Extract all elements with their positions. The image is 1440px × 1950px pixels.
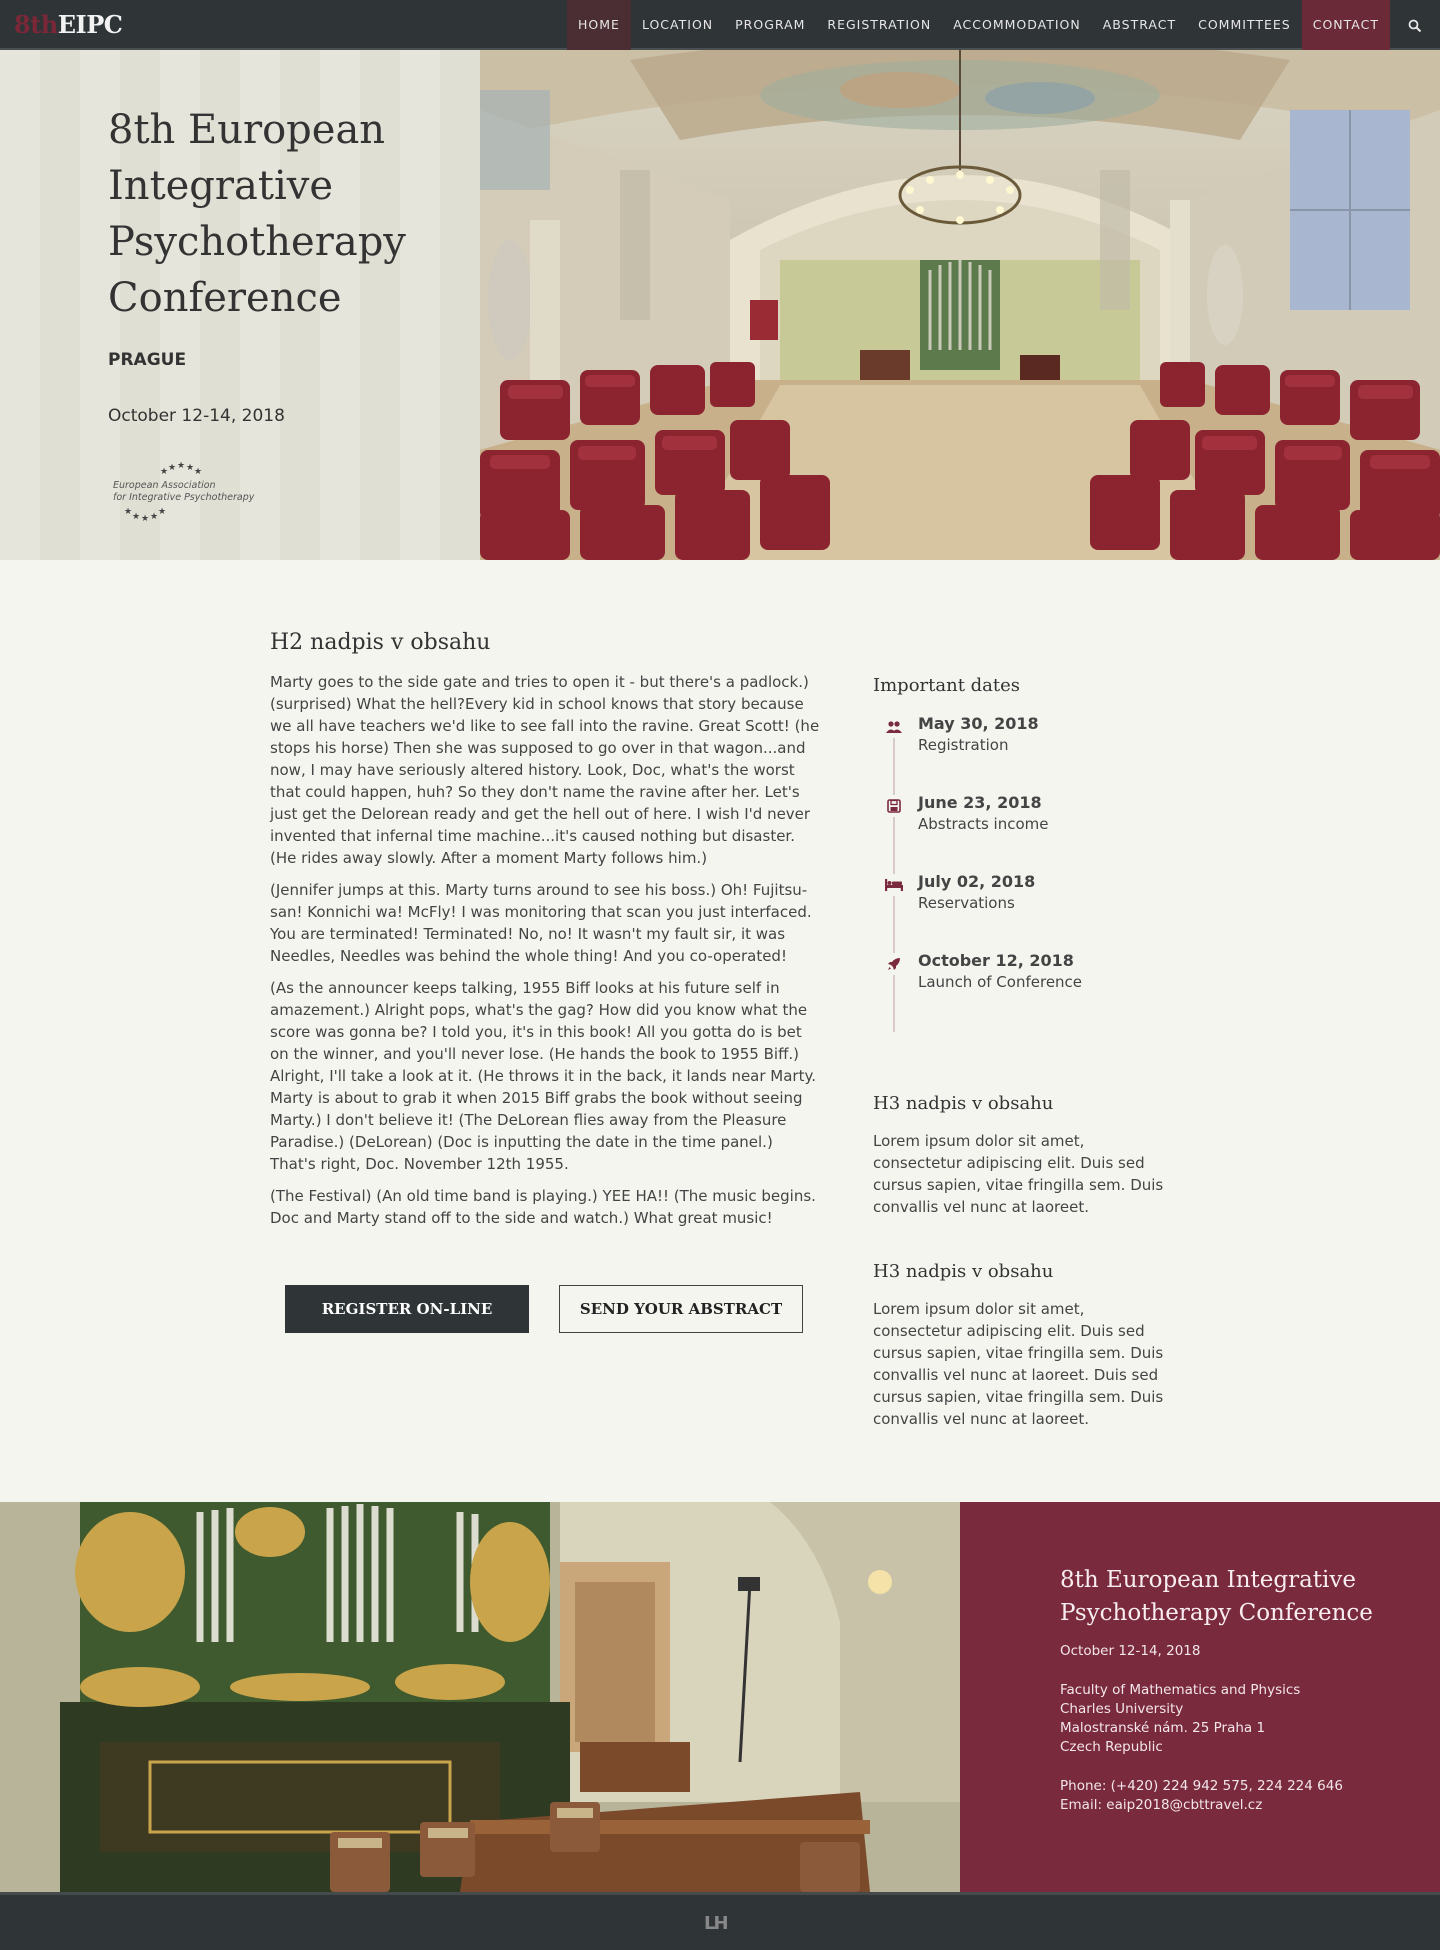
- timeline-label: Registration: [918, 736, 1009, 754]
- venue-conference-title: 8th European Integrative Psychotherapy C…: [1060, 1567, 1373, 1626]
- hero-date: October 12-14, 2018: [108, 406, 285, 426]
- venue-date: October 12-14, 2018: [1060, 1643, 1201, 1659]
- nav-item-contact[interactable]: CONTACT: [1301, 0, 1390, 50]
- content-paragraph: (Jennifer jumps at this. Marty turns aro…: [270, 881, 812, 965]
- nav-item-registration[interactable]: REGISTRATION: [816, 0, 942, 50]
- timeline-item: June 23, 2018 Abstracts income: [873, 793, 1173, 853]
- venue-address-line-4: Czech Republic: [1060, 1739, 1163, 1755]
- association-line-1: European Association: [113, 480, 216, 491]
- baroque-hall-illustration: [480, 50, 1440, 560]
- bed-icon: [883, 874, 905, 896]
- timeline-date: May 30, 2018: [918, 714, 1039, 733]
- nav-item-accommodation[interactable]: ACCOMMODATION: [942, 0, 1092, 50]
- svg-text:★: ★: [158, 507, 166, 517]
- sidebar-block-heading: H3 nadpis v obsahu: [873, 1093, 1054, 1114]
- svg-text:★: ★: [141, 514, 149, 524]
- site-logo[interactable]: 8thEIPC: [14, 10, 123, 39]
- sidebar-block-text: Lorem ipsum dolor sit amet, consectetur …: [873, 1132, 1164, 1216]
- page-footer: LH: [0, 1892, 1440, 1950]
- timeline-date: July 02, 2018: [918, 872, 1036, 891]
- search-button[interactable]: [1390, 0, 1440, 50]
- hero-title: 8th European Integrative Psychotherapy C…: [108, 107, 406, 321]
- hero-intro-panel: 8th European Integrative Psychotherapy C…: [0, 50, 480, 560]
- content-paragraph: (The Festival) (An old time band is play…: [270, 1187, 816, 1227]
- association-name: European Association for Integrative Psy…: [113, 480, 254, 504]
- content-heading: H2 nadpis v obsahu: [270, 630, 491, 655]
- nav-item-abstract[interactable]: ABSTRACT: [1092, 0, 1187, 50]
- svg-text:★: ★: [168, 463, 176, 473]
- hero-hall-image: [480, 50, 1440, 560]
- send-abstract-button[interactable]: SEND YOUR ABSTRACT: [559, 1285, 803, 1333]
- sidebar-block: H3 nadpis v obsahu Lorem ipsum dolor sit…: [873, 1093, 1173, 1228]
- sidebar-block-heading: H3 nadpis v obsahu: [873, 1261, 1054, 1282]
- svg-text:★: ★: [132, 512, 140, 522]
- venue-phone: Phone: (+420) 224 942 575, 224 224 646: [1060, 1778, 1343, 1794]
- svg-text:★: ★: [194, 467, 202, 477]
- association-logo: ★ ★ ★ ★ ★ ★ ★ ★ ★ ★ European Association for Int…: [108, 458, 288, 528]
- timeline-item: May 30, 2018 Registration: [873, 714, 1173, 774]
- search-icon: [1408, 19, 1422, 32]
- svg-text:★: ★: [177, 461, 185, 471]
- venue-address-line-2: Charles University: [1060, 1701, 1184, 1717]
- timeline-label: Reservations: [918, 894, 1015, 912]
- content-paragraph: Marty goes to the side gate and tries to…: [270, 673, 820, 867]
- association-line-2: for Integrative Psychotherapy: [113, 492, 255, 503]
- timeline-date: June 23, 2018: [918, 793, 1042, 812]
- venue-email[interactable]: Email: eaip2018@cbttravel.cz: [1060, 1796, 1262, 1815]
- venue-organ-image: [0, 1502, 960, 1892]
- timeline-label: Abstracts income: [918, 815, 1049, 833]
- svg-text:★: ★: [124, 507, 132, 517]
- sidebar-block: H3 nadpis v obsahu Lorem ipsum dolor sit…: [873, 1261, 1173, 1440]
- users-icon: [883, 716, 905, 738]
- logo-prefix: 8th: [14, 10, 58, 39]
- important-dates: Important dates May 30, 2018 Registratio…: [873, 675, 1173, 1034]
- svg-text:★: ★: [186, 463, 194, 473]
- rocket-icon: [883, 953, 905, 975]
- venue-banner: 8th European Integrative Psychotherapy C…: [0, 1502, 1440, 1892]
- venue-address-line-3: Malostranské nám. 25 Praha 1: [1060, 1720, 1266, 1736]
- register-online-button[interactable]: REGISTER ON-LINE: [285, 1285, 529, 1333]
- venue-info-panel: 8th European Integrative Psychotherapy C…: [960, 1502, 1440, 1892]
- main-content: H2 nadpis v obsahu Marty goes to the sid…: [270, 630, 820, 1239]
- sidebar-block-text: Lorem ipsum dolor sit amet, consectetur …: [873, 1300, 1164, 1428]
- hero-section: 8th European Integrative Psychotherapy C…: [0, 50, 1440, 560]
- floppy-icon: [883, 795, 905, 817]
- dates-timeline: May 30, 2018 Registration June 23, 2018 …: [873, 714, 1173, 1034]
- svg-text:★: ★: [160, 467, 168, 477]
- main-menu: HOME LOCATION PROGRAM REGISTRATION ACCOM…: [567, 0, 1440, 50]
- timeline-item: October 12, 2018 Launch of Conference: [873, 951, 1173, 1011]
- important-dates-heading: Important dates: [873, 675, 1021, 696]
- hero-city: PRAGUE: [108, 350, 187, 370]
- svg-text:★: ★: [150, 512, 158, 522]
- venue-address-line-1: Faculty of Mathematics and Physics: [1060, 1682, 1301, 1698]
- nav-item-home[interactable]: HOME: [567, 0, 631, 50]
- timeline-item: July 02, 2018 Reservations: [873, 872, 1173, 932]
- timeline-label: Launch of Conference: [918, 973, 1083, 991]
- organ-room-illustration: [0, 1502, 960, 1892]
- nav-item-location[interactable]: LOCATION: [631, 0, 724, 50]
- content-paragraph: (As the announcer keeps talking, 1955 Bi…: [270, 979, 816, 1173]
- top-navbar: 8thEIPC HOME LOCATION PROGRAM REGISTRATI…: [0, 0, 1440, 50]
- cta-buttons: REGISTER ON-LINE SEND YOUR ABSTRACT: [285, 1285, 805, 1333]
- logo-main: EIPC: [57, 10, 123, 39]
- timeline-date: October 12, 2018: [918, 951, 1074, 970]
- nav-item-committees[interactable]: COMMITTEES: [1187, 0, 1302, 50]
- footer-logo[interactable]: LH: [704, 1913, 729, 1934]
- nav-item-program[interactable]: PROGRAM: [724, 0, 816, 50]
